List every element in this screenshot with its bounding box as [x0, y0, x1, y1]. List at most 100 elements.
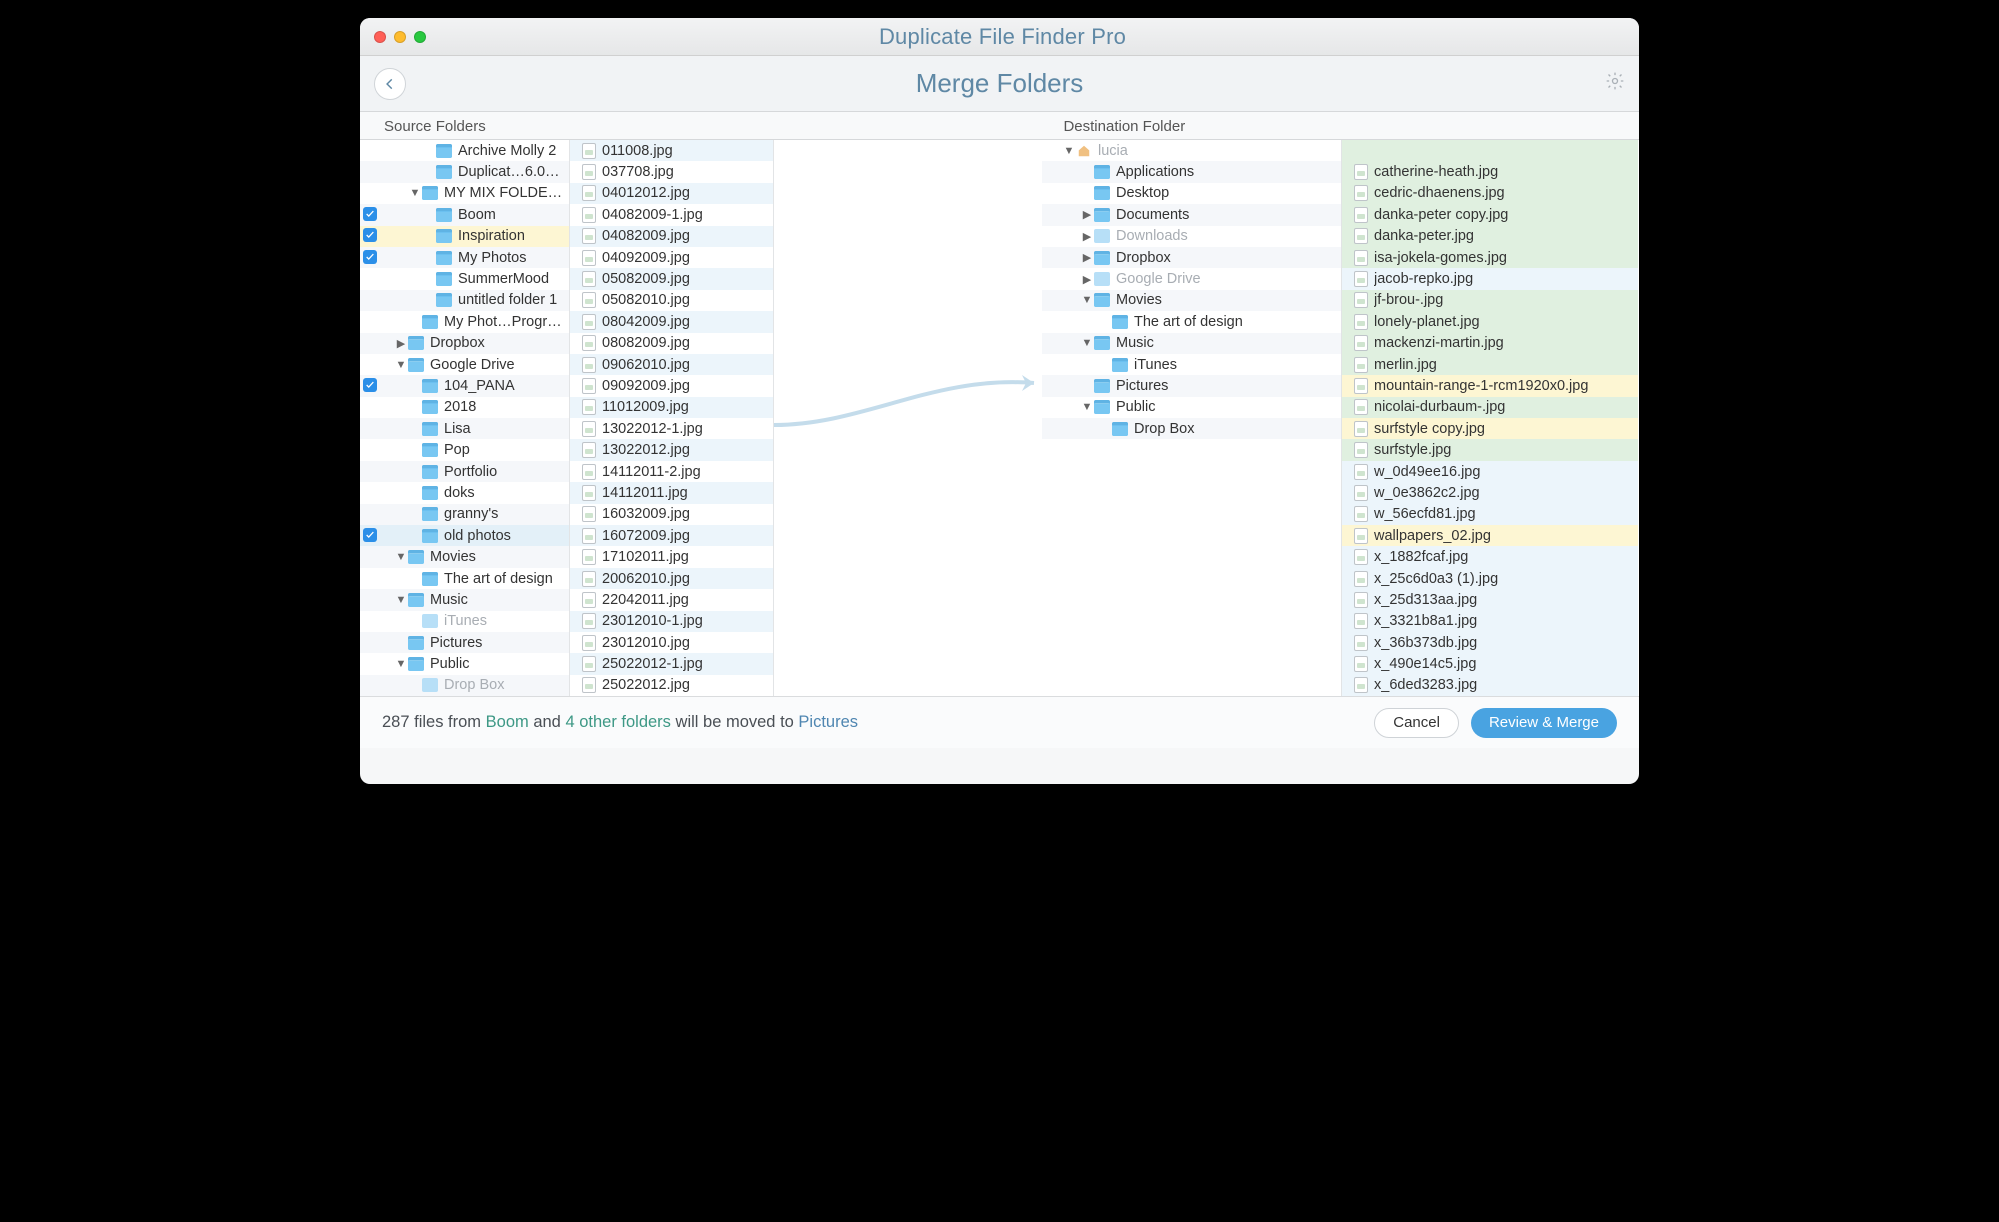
file-row[interactable]: x_25c6d0a3 (1).jpg	[1342, 568, 1638, 589]
chevron-right-icon[interactable]: ▶	[1080, 251, 1094, 264]
tree-row[interactable]: Pictures	[1042, 375, 1341, 396]
chevron-down-icon[interactable]: ▼	[1080, 294, 1094, 306]
chevron-down-icon[interactable]: ▼	[394, 594, 408, 606]
file-row[interactable]: 04092009.jpg	[570, 247, 773, 268]
chevron-down-icon[interactable]: ▼	[394, 551, 408, 563]
tree-row[interactable]: untitled folder 1	[360, 290, 569, 311]
file-row[interactable]: 05082009.jpg	[570, 268, 773, 289]
file-row[interactable]: mountain-range-1-rcm1920x0.jpg	[1342, 375, 1638, 396]
chevron-down-icon[interactable]: ▼	[394, 658, 408, 670]
tree-row[interactable]: ▶Dropbox	[360, 333, 569, 354]
file-row[interactable]: 16032009.jpg	[570, 504, 773, 525]
checkbox-icon[interactable]	[363, 228, 377, 242]
file-row[interactable]: 08042009.jpg	[570, 311, 773, 332]
checkbox-icon[interactable]	[363, 207, 377, 221]
file-row[interactable]: 25022012.jpg	[570, 675, 773, 696]
other-folders[interactable]: 4 other folders	[565, 713, 670, 731]
file-row[interactable]: 23012010.jpg	[570, 632, 773, 653]
tree-row[interactable]: ▼Movies	[1042, 290, 1341, 311]
chevron-down-icon[interactable]: ▼	[1062, 145, 1076, 157]
file-row[interactable]: mackenzi-martin.jpg	[1342, 333, 1638, 354]
settings-button[interactable]	[1605, 71, 1625, 96]
file-row[interactable]: x_6ded3283.jpg	[1342, 675, 1638, 696]
file-row[interactable]: 04082009-1.jpg	[570, 204, 773, 225]
tree-row[interactable]: Lisa	[360, 418, 569, 439]
tree-row[interactable]: ▶Dropbox	[1042, 247, 1341, 268]
file-row[interactable]: isa-jokela-gomes.jpg	[1342, 247, 1638, 268]
tree-row[interactable]: Drop Box	[1042, 418, 1341, 439]
file-row[interactable]: 13022012.jpg	[570, 439, 773, 460]
tree-row[interactable]: ▼Public	[360, 653, 569, 674]
chevron-down-icon[interactable]: ▼	[1080, 401, 1094, 413]
tree-row[interactable]: doks	[360, 482, 569, 503]
tree-row[interactable]: 2018	[360, 397, 569, 418]
file-row[interactable]: w_56ecfd81.jpg	[1342, 504, 1638, 525]
tree-row[interactable]: Archive Molly 2	[360, 140, 569, 161]
tree-row[interactable]: The art of design	[360, 568, 569, 589]
tree-row[interactable]: ▶Documents	[1042, 204, 1341, 225]
chevron-down-icon[interactable]: ▼	[408, 187, 422, 199]
checkbox-icon[interactable]	[363, 378, 377, 392]
tree-row[interactable]: ▶Downloads	[1042, 226, 1341, 247]
file-row[interactable]: 14112011.jpg	[570, 482, 773, 503]
review-merge-button[interactable]: Review & Merge	[1471, 708, 1617, 738]
file-row[interactable]: 09092009.jpg	[570, 375, 773, 396]
file-row[interactable]: 011008.jpg	[570, 140, 773, 161]
tree-row[interactable]: 104_PANA	[360, 375, 569, 396]
tree-row[interactable]: ▼Movies	[360, 546, 569, 567]
file-row[interactable]: catherine-heath.jpg	[1342, 161, 1638, 182]
file-row[interactable]: danka-peter copy.jpg	[1342, 204, 1638, 225]
file-row[interactable]: 20062010.jpg	[570, 568, 773, 589]
file-row[interactable]: 16072009.jpg	[570, 525, 773, 546]
file-row[interactable]: 11012009.jpg	[570, 397, 773, 418]
tree-row[interactable]: ▼Public	[1042, 397, 1341, 418]
tree-row[interactable]: Inspiration	[360, 226, 569, 247]
file-row[interactable]: x_1882fcaf.jpg	[1342, 546, 1638, 567]
chevron-down-icon[interactable]: ▼	[394, 359, 408, 371]
file-row[interactable]: danka-peter.jpg	[1342, 226, 1638, 247]
tree-row[interactable]: My Photos	[360, 247, 569, 268]
tree-row[interactable]: Boom	[360, 204, 569, 225]
file-row[interactable]: 23012010-1.jpg	[570, 611, 773, 632]
file-row[interactable]: 25022012-1.jpg	[570, 653, 773, 674]
file-row[interactable]: wallpapers_02.jpg	[1342, 525, 1638, 546]
tree-row[interactable]: The art of design	[1042, 311, 1341, 332]
tree-row[interactable]: ▼Google Drive	[360, 354, 569, 375]
tree-row[interactable]: iTunes	[360, 611, 569, 632]
file-row[interactable]: 05082010.jpg	[570, 290, 773, 311]
tree-row[interactable]: old photos	[360, 525, 569, 546]
tree-row[interactable]: Applications	[1042, 161, 1341, 182]
file-row[interactable]: 13022012-1.jpg	[570, 418, 773, 439]
tree-row[interactable]: My Phot…Program	[360, 311, 569, 332]
file-row[interactable]: 22042011.jpg	[570, 589, 773, 610]
chevron-right-icon[interactable]: ▶	[1080, 273, 1094, 286]
file-row[interactable]: merlin.jpg	[1342, 354, 1638, 375]
tree-row[interactable]: SummerMood	[360, 268, 569, 289]
file-row[interactable]: x_3321b8a1.jpg	[1342, 611, 1638, 632]
file-row[interactable]: x_36b373db.jpg	[1342, 632, 1638, 653]
tree-row[interactable]: ▶Google Drive	[1042, 268, 1341, 289]
file-row[interactable]: 04082009.jpg	[570, 226, 773, 247]
file-row[interactable]: lonely-planet.jpg	[1342, 311, 1638, 332]
chevron-right-icon[interactable]: ▶	[1080, 208, 1094, 221]
file-row[interactable]: 14112011-2.jpg	[570, 461, 773, 482]
file-row[interactable]: surfstyle.jpg	[1342, 439, 1638, 460]
tree-row[interactable]: Desktop	[1042, 183, 1341, 204]
file-row[interactable]: 09062010.jpg	[570, 354, 773, 375]
file-row[interactable]: x_25d313aa.jpg	[1342, 589, 1638, 610]
file-row[interactable]: w_0d49ee16.jpg	[1342, 461, 1638, 482]
tree-row[interactable]: Pictures	[360, 632, 569, 653]
destination-tree[interactable]: ▼luciaApplicationsDesktop▶Documents▶Down…	[1042, 140, 1342, 696]
tree-row[interactable]: ▼Music	[360, 589, 569, 610]
source-tree[interactable]: Archive Molly 2Duplicat…6.0b222▼MY MIX F…	[360, 140, 570, 696]
file-row[interactable]: 04012012.jpg	[570, 183, 773, 204]
chevron-right-icon[interactable]: ▶	[1080, 230, 1094, 243]
tree-row[interactable]: Drop Box	[360, 675, 569, 696]
back-button[interactable]	[374, 68, 406, 100]
file-row[interactable]: nicolai-durbaum-.jpg	[1342, 397, 1638, 418]
tree-row[interactable]: ▼lucia	[1042, 140, 1341, 161]
tree-row[interactable]: iTunes	[1042, 354, 1341, 375]
file-row[interactable]: 17102011.jpg	[570, 546, 773, 567]
file-row[interactable]: x_490e14c5.jpg	[1342, 653, 1638, 674]
chevron-right-icon[interactable]: ▶	[394, 337, 408, 350]
